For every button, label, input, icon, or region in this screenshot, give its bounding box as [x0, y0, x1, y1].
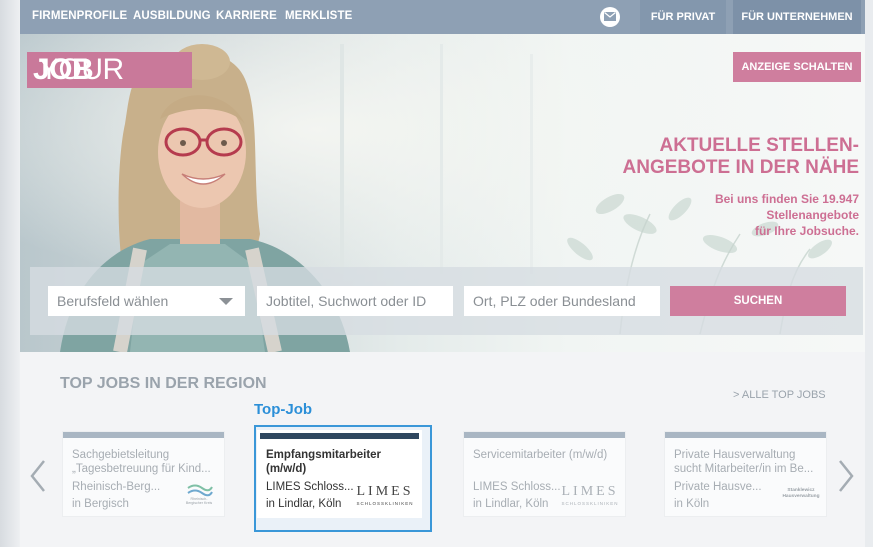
company-logo: LIMES SCHLOSSKLINIKEN [353, 484, 417, 507]
logo-subtext: Hausverwaltung [782, 494, 820, 499]
job-title: Servicemitarbeiter (m/w/d) [473, 448, 621, 462]
job-title: Private Hausverwaltung sucht Mitarbeiter… [674, 448, 822, 476]
job-title-line: (m/w/d) [266, 463, 307, 475]
nav-firmenprofile[interactable]: FIRMENPROFILE [32, 10, 127, 22]
job-title: Empfangsmitarbeiter (m/w/d) [266, 448, 414, 476]
nav-ausbildung[interactable]: AUSBILDUNG [133, 10, 211, 22]
hero-title-line: AKTUELLE STELLEN- [659, 135, 860, 156]
company-logo: Stanklewicz Hausverwaltung [779, 488, 823, 500]
hero-subtitle-line: Stellenangebote [766, 208, 859, 222]
card-bar [464, 432, 625, 438]
search-bar: Berufsfeld wählen SUCHEN [30, 267, 863, 335]
card-bar [260, 433, 419, 439]
job-title-line: Private Hausverwaltung [674, 449, 796, 461]
logo-text: LIMES [561, 484, 619, 499]
job-card-top[interactable]: Empfangsmitarbeiter (m/w/d) LIMES Schlos… [257, 430, 422, 518]
logo-text-light: YOUR [39, 53, 124, 86]
hero-subtitle-line: für Ihre Jobsuche. [754, 224, 859, 238]
all-top-jobs-link[interactable]: > ALLE TOP JOBS [733, 389, 826, 401]
job-city: in Lindlar, Köln [266, 498, 342, 510]
logo-text: LIMES [356, 484, 414, 499]
category-select-label: Berufsfeld wählen [57, 293, 169, 309]
place-ad-button[interactable]: ANZEIGE SCHALTEN [733, 52, 861, 82]
hero-title: AKTUELLE STELLEN- ANGEBOTE IN DER NÄHE [623, 135, 859, 179]
hero-subtitle: Bei uns finden Sie 19.947 Stellenangebot… [715, 191, 859, 239]
mail-icon[interactable] [600, 7, 620, 27]
nav-karriere[interactable]: KARRIERE [216, 10, 277, 22]
job-company: Private Hausve... [674, 481, 762, 493]
chevron-left-icon[interactable] [28, 458, 48, 494]
job-title-line: sucht Mitarbeiter/in im Be... [674, 463, 814, 475]
job-card[interactable]: Servicemitarbeiter (m/w/d) LIMES Schloss… [464, 432, 625, 516]
for-private-button[interactable]: FÜR PRIVAT [640, 0, 726, 34]
page: FIRMENPROFILE AUSBILDUNG KARRIERE MERKLI… [20, 0, 865, 547]
logo-subtext: SCHLOSSKLINIKEN [561, 501, 619, 506]
top-navigation: FIRMENPROFILE AUSBILDUNG KARRIERE MERKLI… [20, 0, 865, 34]
search-button[interactable]: SUCHEN [670, 286, 846, 316]
job-city: in Köln [674, 498, 710, 510]
top-job-label: Top-Job [254, 401, 313, 418]
job-title-line: Empfangsmitarbeiter [266, 449, 382, 461]
hero-title-line: ANGEBOTE IN DER NÄHE [622, 157, 859, 178]
card-bar [63, 432, 224, 438]
location-input[interactable] [464, 286, 660, 316]
for-business-button[interactable]: FÜR UNTERNEHMEN [733, 0, 861, 34]
chevron-right-icon[interactable] [836, 458, 856, 494]
company-logo: LIMES SCHLOSSKLINIKEN [558, 484, 622, 507]
logo-subtext: SCHLOSSKLINIKEN [356, 501, 414, 506]
yourjob-logo[interactable]: YOUR JOB [27, 52, 192, 88]
job-card[interactable]: Sachgebietsleitung „Tagesbetreuung für K… [63, 432, 224, 516]
hero-banner: YOUR JOB ANZEIGE SCHALTEN AKTUELLE STELLE… [20, 34, 865, 352]
top-jobs-heading: TOP JOBS IN DER REGION [60, 375, 267, 392]
job-title: Sachgebietsleitung „Tagesbetreuung für K… [72, 448, 220, 476]
company-logo: Rheinisch- Bergischer Kreis [186, 484, 213, 505]
svg-text:Bergischer Kreis: Bergischer Kreis [186, 501, 213, 505]
chevron-down-icon [219, 298, 233, 305]
job-search-input[interactable] [257, 286, 453, 316]
job-title-line: Sachgebietsleitung [72, 449, 170, 461]
page-edge-left [0, 0, 20, 547]
nav-merkliste[interactable]: MERKLISTE [285, 10, 352, 22]
job-card[interactable]: Private Hausverwaltung sucht Mitarbeiter… [665, 432, 826, 516]
category-select[interactable]: Berufsfeld wählen [48, 286, 245, 316]
job-city: in Bergisch [72, 498, 129, 510]
job-title-line: „Tagesbetreuung für Kind... [72, 463, 211, 475]
job-city: in Lindlar, Köln [473, 498, 549, 510]
job-title-line: Servicemitarbeiter (m/w/d) [473, 449, 608, 461]
hero-subtitle-line: Bei uns finden Sie 19.947 [714, 192, 859, 206]
job-company: Rheinisch-Berg... [72, 481, 161, 493]
card-bar [665, 432, 826, 438]
